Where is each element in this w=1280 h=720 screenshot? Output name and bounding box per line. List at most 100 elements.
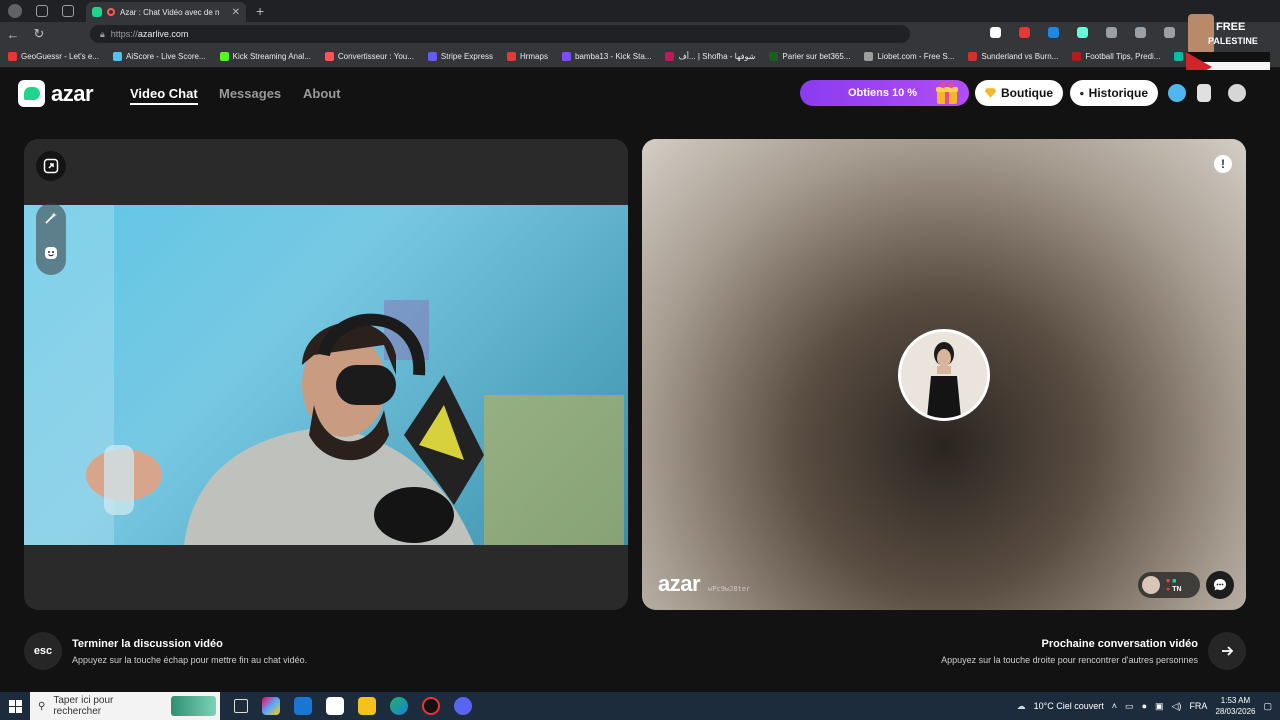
- bookmark-label: أف... | Shofha - شوفها: [678, 52, 756, 61]
- bookmark-item[interactable]: Sunderland vs Burn...: [968, 52, 1058, 61]
- outlook-icon[interactable]: [294, 697, 312, 715]
- filters-button[interactable]: [36, 238, 66, 268]
- reload-button[interactable]: ↻: [26, 26, 52, 42]
- weather-text[interactable]: 10°C Ciel couvert: [1034, 701, 1104, 711]
- copilot-icon[interactable]: [262, 697, 280, 715]
- partner-mini-avatar: [1142, 576, 1160, 594]
- bookmark-item[interactable]: AiScore - Live Score...: [113, 52, 206, 61]
- edge-icon[interactable]: [390, 697, 408, 715]
- bookmark-label: bamba13 - Kick Sta...: [574, 52, 652, 61]
- azar-logo[interactable]: azar: [18, 80, 94, 107]
- profile-icon[interactable]: [8, 4, 22, 18]
- language-indicator[interactable]: FRA: [1189, 701, 1207, 711]
- bookmark-favicon-icon: [968, 52, 978, 61]
- extension-icon[interactable]: [1077, 27, 1088, 38]
- url-host: azarlive.com: [137, 29, 189, 39]
- extension-icon[interactable]: [1106, 27, 1117, 38]
- bookmark-item[interactable]: Stripe Express: [427, 52, 493, 61]
- notifications-icon[interactable]: ▢: [1263, 701, 1272, 712]
- boutique-label: Boutique: [1001, 86, 1053, 100]
- bookmark-item[interactable]: أف... | Shofha - شوفها: [665, 52, 755, 61]
- network-icon[interactable]: ▭: [1125, 701, 1134, 712]
- chat-bubble-icon: [1214, 579, 1226, 591]
- history-button[interactable]: Historique: [1070, 80, 1158, 106]
- clock[interactable]: 1:53 AM 28/03/2026: [1215, 695, 1255, 717]
- expand-button[interactable]: [36, 151, 66, 181]
- bookmark-item[interactable]: bamba13 - Kick Sta...: [561, 52, 652, 61]
- partner-avatar: [898, 329, 990, 421]
- microphone-icon[interactable]: ●: [1142, 701, 1147, 711]
- bookmark-item[interactable]: GeoGuessr - Let's e...: [8, 52, 99, 61]
- profile-avatar-icon[interactable]: [1228, 84, 1246, 102]
- end-chat-info: Terminer la discussion vidéo Appuyez sur…: [72, 638, 307, 665]
- chevron-up-icon[interactable]: ˄: [1112, 701, 1117, 711]
- bookmark-item[interactable]: Kick Streaming Anal...: [219, 52, 311, 61]
- extension-icon[interactable]: [1048, 27, 1059, 38]
- nav-about[interactable]: About: [303, 86, 341, 101]
- gems-icon[interactable]: [1168, 84, 1186, 102]
- tab-azar[interactable]: Azar : Chat Vidéo avec de n ✕: [86, 2, 246, 22]
- self-camera-panel: [24, 139, 628, 610]
- obs-icon[interactable]: [422, 697, 440, 715]
- azar-favicon-icon: [92, 7, 102, 17]
- esc-key-label: esc: [33, 645, 53, 657]
- display-icon[interactable]: ▣: [1155, 701, 1164, 712]
- task-view-icon[interactable]: [234, 699, 248, 713]
- effects-button[interactable]: [36, 203, 66, 233]
- bookmark-favicon-icon: [665, 52, 675, 61]
- bookmark-item[interactable]: Hrmaps: [506, 52, 548, 61]
- verified-icon: ■: [1172, 577, 1177, 585]
- taskbar-search[interactable]: ⚲ Taper ici pour rechercher: [30, 692, 220, 720]
- bookmark-favicon-icon: [561, 52, 571, 61]
- new-tab-button[interactable]: +: [256, 3, 264, 19]
- bookmark-favicon-icon: [324, 52, 334, 61]
- partner-avatar-image: [901, 332, 987, 418]
- notification-bell-icon[interactable]: [1197, 84, 1211, 102]
- end-chat-button[interactable]: esc: [24, 632, 62, 670]
- nav-video-chat[interactable]: Video Chat: [130, 86, 198, 105]
- lock-icon: 🔒︎: [100, 28, 105, 39]
- file-explorer-icon[interactable]: [358, 697, 376, 715]
- store-icon[interactable]: [326, 697, 344, 715]
- favorites-icon[interactable]: [1164, 27, 1175, 38]
- bookmark-item[interactable]: Parier sur bet365...: [769, 52, 850, 61]
- back-button[interactable]: ←: [0, 27, 26, 42]
- report-button[interactable]: !: [1214, 155, 1232, 173]
- bookmark-label: Stripe Express: [440, 52, 493, 61]
- next-chat-button[interactable]: [1208, 632, 1246, 670]
- next-chat-title: Prochaine conversation vidéo: [1041, 638, 1199, 650]
- close-tab-icon[interactable]: ✕: [232, 7, 240, 18]
- workspaces-icon[interactable]: [36, 5, 48, 17]
- chat-button[interactable]: [1206, 571, 1234, 599]
- extension-icon[interactable]: [990, 27, 1001, 38]
- url-scheme: https://: [110, 29, 138, 39]
- bookmark-label: Parier sur bet365...: [782, 52, 851, 61]
- volume-icon[interactable]: ◁): [1172, 701, 1182, 712]
- promo-button[interactable]: Obtiens 10 %: [800, 80, 969, 106]
- bookmark-label: Liobet.com - Free S...: [877, 52, 955, 61]
- partner-info-badge[interactable]: ♥ ■ ● TN: [1138, 572, 1200, 598]
- discord-icon[interactable]: [454, 697, 472, 715]
- extension-icon[interactable]: [1019, 27, 1030, 38]
- boutique-button[interactable]: Boutique: [975, 80, 1063, 106]
- start-button[interactable]: [0, 699, 30, 713]
- windows-taskbar: ⚲ Taper ici pour rechercher ☁ 10°C Ciel …: [0, 692, 1280, 720]
- address-bar[interactable]: 🔒︎ https://azarlive.com: [90, 25, 910, 43]
- end-chat-title: Terminer la discussion vidéo: [72, 638, 223, 650]
- history-label: Historique: [1088, 86, 1148, 100]
- alert-icon: !: [1221, 157, 1225, 171]
- bookmark-item[interactable]: Football Tips, Predi...: [1072, 52, 1160, 61]
- tab-actions-icon[interactable]: [62, 5, 74, 17]
- split-view-icon[interactable]: [1135, 27, 1146, 38]
- face-sticker-icon: [45, 247, 57, 259]
- browser-tabbar: Azar : Chat Vidéo avec de n ✕ +: [0, 0, 1280, 22]
- search-placeholder: Taper ici pour rechercher: [53, 695, 114, 717]
- nav-messages[interactable]: Messages: [219, 86, 281, 101]
- bookmark-item[interactable]: Convertisseur : You...: [324, 52, 414, 61]
- windows-icon: [8, 699, 22, 713]
- clock-date: 28/03/2026: [1215, 707, 1256, 716]
- flag-icon: ●: [1166, 585, 1171, 593]
- bookmark-item[interactable]: Liobet.com - Free S...: [864, 52, 954, 61]
- watermark-logo: azar: [658, 571, 701, 596]
- self-video-feed: [24, 205, 628, 545]
